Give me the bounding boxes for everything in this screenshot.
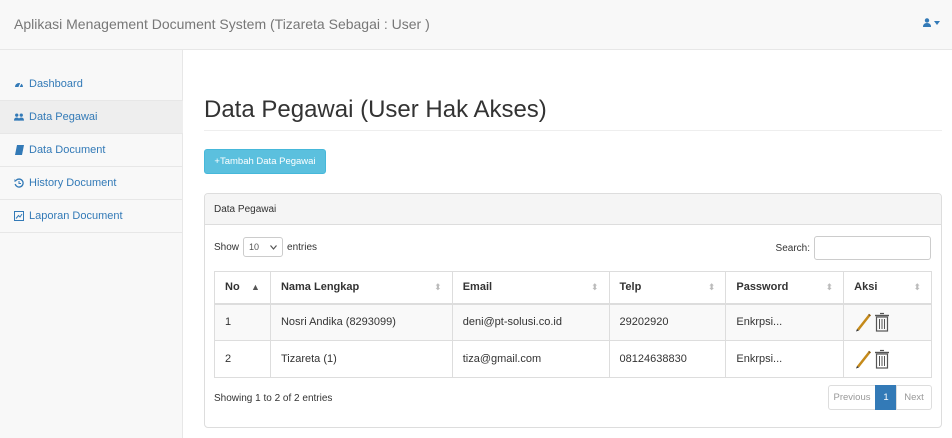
length-suffix: entries (287, 241, 318, 253)
user-icon (923, 18, 931, 27)
entries-length-select[interactable]: 10 (243, 237, 284, 257)
sort-icon: ⬍ (825, 281, 834, 292)
length-value: 10 (249, 242, 260, 252)
table-row: 1 Nosri Andika (8293099) deni@pt-solusi.… (214, 303, 932, 341)
sidebar-item-history-document[interactable]: History Document (0, 167, 183, 200)
pagination-next[interactable]: Next (896, 385, 932, 410)
cell-no: 1 (214, 303, 271, 341)
column-label: Password (736, 281, 789, 294)
entries-length-control: Show 10 entries (214, 237, 317, 257)
page-title: Data Pegawai (User Hak Akses) (204, 96, 547, 123)
trash-icon[interactable] (874, 312, 890, 332)
dashboard-icon (14, 79, 24, 89)
sort-ascending-icon: ▲ (251, 282, 260, 293)
panel-heading: Data Pegawai (205, 194, 941, 225)
users-icon (14, 112, 24, 122)
column-label: Email (462, 281, 493, 294)
cell-no: 2 (214, 340, 271, 378)
sort-icon: ⬍ (434, 281, 442, 292)
sidebar-item-label: Laporan Document (29, 210, 123, 222)
sidebar-item-label: Data Document (29, 144, 106, 156)
search-input[interactable] (814, 236, 931, 260)
cell-nama: Tizareta (1) (269, 340, 453, 378)
cell-telp: 29202920 (608, 303, 727, 341)
sidebar-item-label: Data Pegawai (29, 111, 98, 123)
sidebar-item-laporan-document[interactable]: Laporan Document (0, 200, 183, 233)
book-icon (14, 145, 24, 155)
column-label: No (225, 281, 240, 294)
sidebar-item-label: Dashboard (29, 78, 83, 90)
user-menu[interactable] (923, 18, 940, 27)
chevron-down-icon (270, 244, 277, 250)
sidebar-item-label: History Document (29, 177, 117, 189)
pagination: Previous 1 Next (828, 385, 932, 410)
cell-email: deni@pt-solusi.co.id (451, 303, 610, 341)
length-prefix: Show (214, 241, 240, 253)
sort-icon: ⬍ (590, 281, 599, 292)
column-label: Telp (619, 281, 642, 294)
cell-aksi (843, 303, 932, 341)
pegawai-table: No ▲ Nama Lengkap ⬍ Email ⬍ Telp ⬍ Password ⬍… (214, 271, 932, 378)
trash-icon[interactable] (874, 349, 890, 369)
sidebar-item-data-document[interactable]: Data Document (0, 134, 183, 167)
add-pegawai-button[interactable]: +Tambah Data Pegawai (204, 149, 326, 174)
title-divider (204, 130, 942, 131)
table-info: Showing 1 to 2 of 2 entries (214, 393, 333, 404)
sidebar: Dashboard Data Pegawai Data Document His… (0, 50, 183, 438)
sidebar-item-dashboard[interactable]: Dashboard (0, 68, 183, 101)
report-icon (14, 211, 24, 221)
column-header-email[interactable]: Email ⬍ (451, 271, 610, 305)
sidebar-item-data-pegawai[interactable]: Data Pegawai (0, 101, 183, 134)
search-label: Search: (775, 242, 810, 254)
column-header-nama[interactable]: Nama Lengkap ⬍ (269, 271, 453, 305)
sort-icon: ⬍ (913, 281, 921, 292)
caret-down-icon (934, 20, 940, 25)
cell-nama: Nosri Andika (8293099) (269, 303, 453, 341)
column-label: Aksi (854, 281, 878, 294)
search-control: Search: (776, 236, 931, 260)
column-label: Nama Lengkap (280, 281, 360, 294)
column-header-no[interactable]: No ▲ (214, 271, 271, 305)
top-navbar: Aplikasi Menagement Document System (Tiz… (0, 0, 952, 50)
cell-password: Enkrpsi... (725, 303, 845, 341)
edit-pencil-icon[interactable] (854, 349, 872, 369)
column-header-aksi[interactable]: Aksi ⬍ (843, 271, 932, 305)
history-icon (14, 178, 24, 188)
column-header-telp[interactable]: Telp ⬍ (608, 271, 727, 305)
pagination-page-1[interactable]: 1 (875, 385, 897, 410)
pagination-previous[interactable]: Previous (828, 385, 876, 410)
cell-email: tiza@gmail.com (451, 340, 610, 378)
edit-pencil-icon[interactable] (854, 312, 872, 332)
sort-icon: ⬍ (707, 281, 716, 292)
app-title[interactable]: Aplikasi Menagement Document System (Tiz… (14, 16, 430, 32)
table-row: 2 Tizareta (1) tiza@gmail.com 0812463883… (214, 340, 932, 378)
data-pegawai-panel: Data Pegawai Show 10 entries Search: No ▲… (204, 193, 942, 428)
cell-password: Enkrpsi... (725, 340, 845, 378)
cell-aksi (843, 340, 932, 378)
column-header-password[interactable]: Password ⬍ (725, 271, 845, 305)
cell-telp: 08124638830 (608, 340, 727, 378)
table-header-row: No ▲ Nama Lengkap ⬍ Email ⬍ Telp ⬍ Password ⬍… (214, 271, 932, 305)
